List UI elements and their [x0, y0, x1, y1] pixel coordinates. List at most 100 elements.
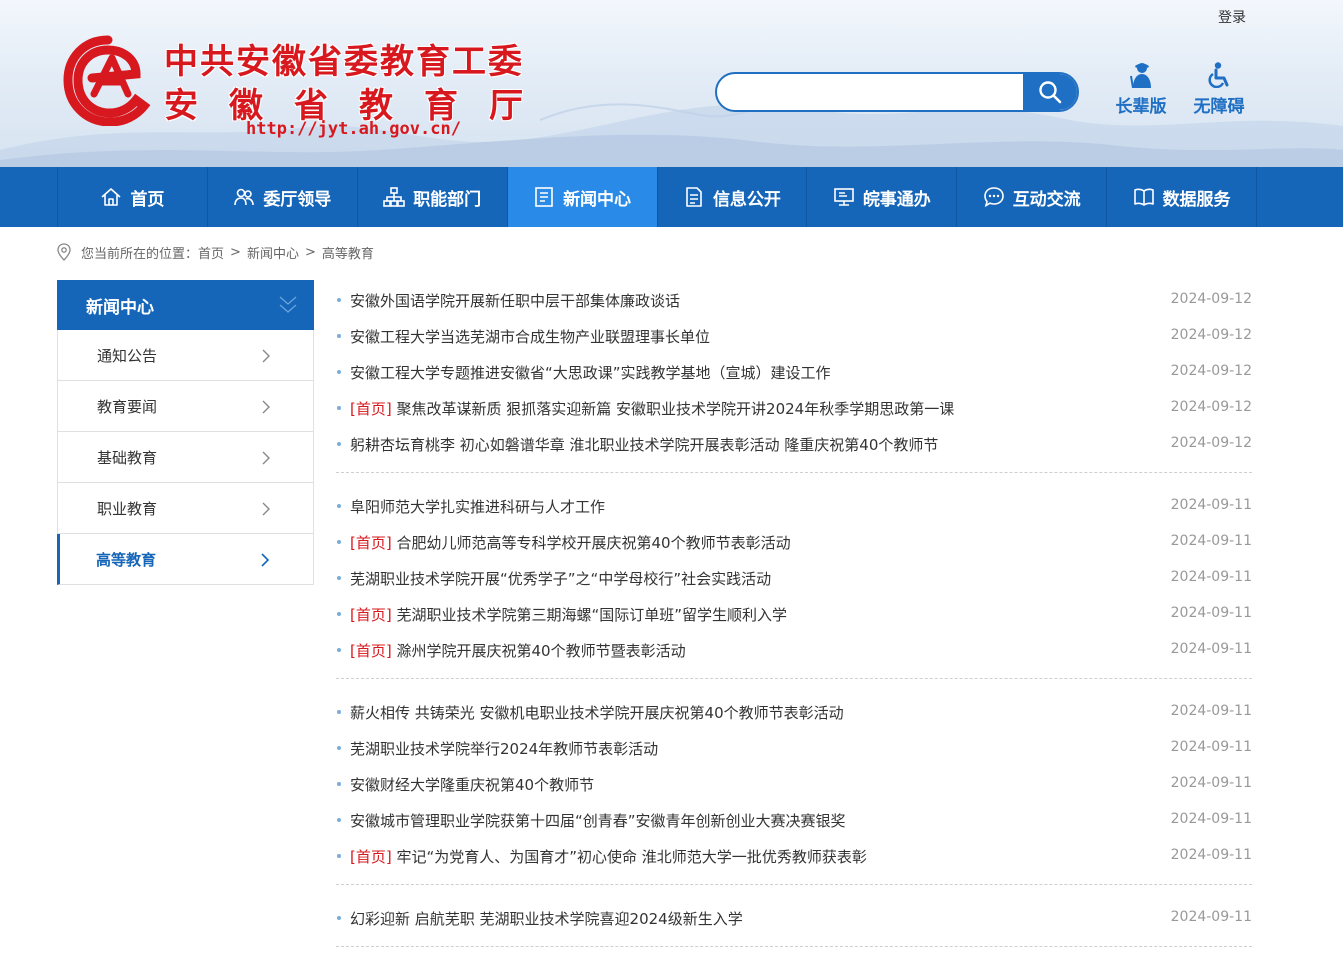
- breadcrumb-home[interactable]: 首页: [198, 243, 224, 262]
- nav-item-interaction[interactable]: 互动交流: [957, 167, 1108, 227]
- search-input[interactable]: [717, 74, 1023, 110]
- news-title: 芜湖职业技术学院开展“优秀学子”之“中学母校行”社会实践活动: [350, 569, 772, 588]
- bullet-dot-icon: [337, 504, 341, 508]
- site-url: http://jyt.ah.gov.cn/: [246, 119, 461, 139]
- sidebar-item-higher-education[interactable]: 高等教育: [57, 534, 314, 585]
- news-item-link[interactable]: 安徽工程大学当选芜湖市合成生物产业联盟理事长单位: [350, 326, 710, 347]
- site-name-line1: 中共安徽省委教育工委: [164, 42, 524, 82]
- nav-item-label: 互动交流: [1012, 189, 1081, 210]
- news-item-link[interactable]: [首页] 芜湖职业技术学院第三期海螺“国际订单班”留学生顺利入学: [350, 604, 787, 625]
- news-item: 阜阳师范大学扎实推进科研与人才工作 2024-09-11: [336, 488, 1252, 524]
- news-date: 2024-09-12: [1170, 399, 1252, 415]
- news-title: 薪火相传 共铸荣光 安徽机电职业技术学院开展庆祝第40个教师节表彰活动: [350, 703, 844, 722]
- news-title: 幻彩迎新 启航芜职 芜湖职业技术学院喜迎2024级新生入学: [350, 909, 743, 928]
- chevron-right-icon: [261, 553, 270, 567]
- nav-item-leaders[interactable]: 委厅领导: [208, 167, 358, 227]
- news-tag-bracket: ]: [385, 605, 397, 624]
- bullet-dot-icon: [337, 746, 341, 750]
- news-item-link[interactable]: 安徽工程大学专题推进安徽省“大思政课”实践教学基地（宣城）建设工作: [350, 362, 831, 383]
- news-item-link[interactable]: 薪火相传 共铸荣光 安徽机电职业技术学院开展庆祝第40个教师节表彰活动: [350, 702, 844, 723]
- elderly-mode-button[interactable]: 长辈版: [1106, 62, 1176, 117]
- news-item-link[interactable]: 阜阳师范大学扎实推进科研与人才工作: [350, 496, 605, 517]
- news-item-link[interactable]: 安徽外国语学院开展新任职中层干部集体廉政谈话: [350, 290, 680, 311]
- bullet-dot-icon: [337, 406, 341, 410]
- chevron-right-icon: [262, 451, 270, 465]
- breadcrumb-news-center[interactable]: 新闻中心: [247, 243, 299, 262]
- news-item: [首页] 牢记“为党育人、为国育才”初心使命 淮北师范大学一批优秀教师获表彰 20…: [336, 838, 1252, 874]
- news-title: 合肥幼儿师范高等专科学校开展庆祝第40个教师节表彰活动: [396, 533, 791, 552]
- news-item: 躬耕杏坛育桃李 初心如磐谱华章 淮北职业技术学院开展表彰活动 隆重庆祝第40个教…: [336, 426, 1252, 462]
- news-date: 2024-09-11: [1170, 569, 1252, 585]
- nav-item-label: 职能部门: [413, 189, 482, 210]
- news-title: 滁州学院开展庆祝第40个教师节暨表彰活动: [396, 641, 686, 660]
- accessibility-button[interactable]: 无障碍: [1184, 62, 1254, 117]
- sidebar-item-label: 教育要闻: [97, 397, 158, 416]
- news-item-link[interactable]: [首页] 合肥幼儿师范高等专科学校开展庆祝第40个教师节表彰活动: [350, 532, 791, 553]
- chevron-right-icon: [262, 400, 270, 414]
- bullet-dot-icon: [337, 370, 341, 374]
- login-link[interactable]: 登录: [1218, 7, 1246, 27]
- book-icon: [1133, 188, 1154, 206]
- news-item: 安徽工程大学当选芜湖市合成生物产业联盟理事长单位 2024-09-12: [336, 318, 1252, 354]
- news-item-link[interactable]: [首页] 聚焦改革谋新质 狠抓落实迎新篇 安徽职业技术学院开讲2024年秋季学期…: [350, 398, 954, 419]
- news-title: 阜阳师范大学扎实推进科研与人才工作: [350, 497, 606, 516]
- news-title: 安徽工程大学专题推进安徽省“大思政课”实践教学基地（宣城）建设工作: [350, 363, 831, 382]
- sidebar-item-notices[interactable]: 通知公告: [57, 330, 314, 381]
- nav-item-label: 信息公开: [712, 189, 781, 210]
- chat-icon: [983, 187, 1004, 208]
- sidebar-item-vocational-education[interactable]: 职业教育: [57, 483, 314, 534]
- leaders-icon: [234, 188, 255, 206]
- news-item-link[interactable]: 安徽城市管理职业学院获第十四届“创青春”安徽青年创新创业大赛决赛银奖: [350, 810, 846, 831]
- bullet-dot-icon: [337, 818, 341, 822]
- nav-item-departments[interactable]: 职能部门: [358, 167, 508, 227]
- news-tag-bracket: ]: [385, 533, 397, 552]
- news-item: 安徽工程大学专题推进安徽省“大思政课”实践教学基地（宣城）建设工作 2024-09…: [336, 354, 1252, 390]
- nav-item-label: 首页: [130, 189, 165, 210]
- news-tag: 首页: [355, 533, 386, 552]
- news-date: 2024-09-12: [1170, 435, 1252, 451]
- news-item-link[interactable]: 芜湖职业技术学院举行2024年教师节表彰活动: [350, 738, 658, 759]
- sidebar-item-education-news[interactable]: 教育要闻: [57, 381, 314, 432]
- nav-item-home[interactable]: 首页: [58, 167, 208, 227]
- news-item-link[interactable]: 躬耕杏坛育桃李 初心如磐谱华章 淮北职业技术学院开展表彰活动 隆重庆祝第40个教…: [350, 434, 938, 455]
- nav-item-data-services[interactable]: 数据服务: [1107, 167, 1257, 227]
- breadcrumb-separator: >: [304, 244, 316, 260]
- news-date: 2024-09-11: [1170, 641, 1252, 657]
- news-date: 2024-09-11: [1170, 497, 1252, 513]
- news-title: 安徽城市管理职业学院获第十四届“创青春”安徽青年创新创业大赛决赛银奖: [350, 811, 846, 830]
- news-date: 2024-09-12: [1170, 327, 1252, 343]
- bullet-dot-icon: [337, 442, 341, 446]
- home-icon: [101, 188, 121, 206]
- sidebar-header: 新闻中心: [57, 280, 314, 330]
- nav-item-services[interactable]: 皖事通办: [807, 167, 958, 227]
- news-item-link[interactable]: 芜湖职业技术学院开展“优秀学子”之“中学母校行”社会实践活动: [350, 568, 771, 589]
- news-tag-bracket: ]: [385, 847, 397, 866]
- bullet-dot-icon: [337, 854, 341, 858]
- news-title: 安徽外国语学院开展新任职中层干部集体廉政谈话: [350, 291, 681, 310]
- breadcrumb-separator: >: [230, 244, 241, 260]
- news-tag-bracket: ]: [385, 641, 397, 660]
- news-date: 2024-09-12: [1170, 363, 1252, 379]
- breadcrumb-current[interactable]: 高等教育: [322, 243, 374, 262]
- news-item: 安徽外国语学院开展新任职中层干部集体廉政谈话 2024-09-12: [336, 282, 1252, 318]
- bullet-dot-icon: [337, 782, 341, 786]
- nav-item-info-disclosure[interactable]: 信息公开: [658, 167, 808, 227]
- sidebar-item-basic-education[interactable]: 基础教育: [57, 432, 314, 483]
- nav-item-news[interactable]: 新闻中心: [507, 167, 658, 227]
- bullet-dot-icon: [337, 916, 341, 920]
- news-title: 芜湖职业技术学院第三期海螺“国际订单班”留学生顺利入学: [396, 605, 788, 624]
- news-list: 安徽外国语学院开展新任职中层干部集体廉政谈话 2024-09-12 安徽工程大学当选…: [336, 282, 1252, 962]
- logo-e-icon: [63, 35, 151, 126]
- news-item-link[interactable]: [首页] 滁州学院开展庆祝第40个教师节暨表彰活动: [350, 640, 686, 661]
- news-item-link[interactable]: [首页] 牢记“为党育人、为国育才”初心使命 淮北师范大学一批优秀教师获表彰: [350, 846, 867, 867]
- news-title: 牢记“为党育人、为国育才”初心使命 淮北师范大学一批优秀教师获表彰: [396, 847, 867, 866]
- news-title: 安徽财经大学隆重庆祝第40个教师节: [350, 775, 595, 794]
- news-item-link[interactable]: 幻彩迎新 启航芜职 芜湖职业技术学院喜迎2024级新生入学: [350, 908, 743, 929]
- chevron-right-icon: [262, 502, 270, 516]
- news-item-link[interactable]: 安徽财经大学隆重庆祝第40个教师节: [350, 774, 594, 795]
- location-pin-icon: [57, 243, 71, 261]
- elderly-mode-label: 长辈版: [1115, 97, 1167, 117]
- search-button[interactable]: [1023, 74, 1077, 110]
- news-tag-bracket: ]: [385, 399, 397, 418]
- site-header: 登录 中共安徽省委教育工委 安徽省教育厅 http://jyt.ah.gov.c…: [0, 0, 1343, 167]
